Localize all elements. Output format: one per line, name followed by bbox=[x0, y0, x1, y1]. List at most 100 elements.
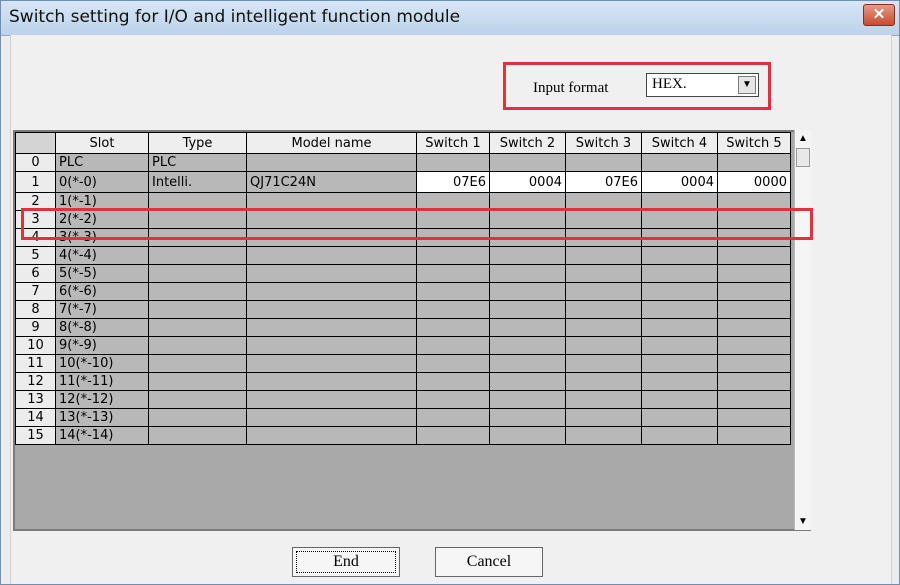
switch-1-cell[interactable] bbox=[416, 426, 490, 445]
type-cell[interactable] bbox=[148, 408, 247, 427]
model-name-cell[interactable] bbox=[246, 246, 417, 265]
scroll-up-icon[interactable]: ▲ bbox=[795, 130, 811, 147]
table-row[interactable]: 1 0(*-0) Intelli. QJ71C24N 07E6 0004 07E6 0004 0… bbox=[15, 171, 791, 193]
switch-3-cell[interactable] bbox=[565, 300, 642, 319]
type-cell[interactable] bbox=[148, 228, 247, 247]
switch-1-cell[interactable] bbox=[416, 408, 490, 427]
switch-1-cell[interactable] bbox=[416, 282, 490, 301]
switch-4-cell[interactable] bbox=[641, 408, 718, 427]
switch-3-cell[interactable] bbox=[565, 264, 642, 283]
switch-3-cell[interactable] bbox=[565, 153, 642, 172]
table-row[interactable]: 0 PLC PLC bbox=[15, 153, 791, 172]
switch-1-cell[interactable] bbox=[416, 153, 490, 172]
switch-4-cell[interactable] bbox=[641, 264, 718, 283]
switch-4-cell[interactable] bbox=[641, 153, 718, 172]
slot-cell[interactable]: 4(*-4) bbox=[55, 246, 149, 265]
switch-5-cell[interactable] bbox=[717, 426, 791, 445]
slot-cell[interactable]: 5(*-5) bbox=[55, 264, 149, 283]
switch-3-cell[interactable] bbox=[565, 372, 642, 391]
switch-5-cell[interactable] bbox=[717, 153, 791, 172]
switch-2-cell[interactable] bbox=[489, 264, 566, 283]
switch-1-cell[interactable] bbox=[416, 246, 490, 265]
switch-1-cell[interactable]: 07E6 bbox=[416, 171, 490, 193]
switch-3-cell[interactable] bbox=[565, 282, 642, 301]
table-row[interactable]: 13 12(*-12) bbox=[15, 390, 791, 409]
switch-4-cell[interactable] bbox=[641, 282, 718, 301]
table-row[interactable]: 14 13(*-13) bbox=[15, 408, 791, 427]
table-row[interactable]: 4 3(*-3) bbox=[15, 228, 791, 247]
switch-5-cell[interactable] bbox=[717, 390, 791, 409]
table-row[interactable]: 6 5(*-5) bbox=[15, 264, 791, 283]
scroll-thumb[interactable] bbox=[796, 148, 810, 167]
switch-5-cell[interactable] bbox=[717, 354, 791, 373]
type-cell[interactable] bbox=[148, 372, 247, 391]
type-cell[interactable] bbox=[148, 336, 247, 355]
switch-5-cell[interactable] bbox=[717, 318, 791, 337]
switch-5-cell[interactable] bbox=[717, 246, 791, 265]
switch-4-cell[interactable] bbox=[641, 300, 718, 319]
switch-3-cell[interactable] bbox=[565, 354, 642, 373]
type-cell[interactable] bbox=[148, 192, 247, 211]
slot-cell[interactable]: 12(*-12) bbox=[55, 390, 149, 409]
slot-cell[interactable]: 10(*-10) bbox=[55, 354, 149, 373]
type-cell[interactable]: PLC bbox=[148, 153, 247, 172]
model-name-cell[interactable] bbox=[246, 153, 417, 172]
switch-4-cell[interactable] bbox=[641, 390, 718, 409]
model-name-cell[interactable] bbox=[246, 354, 417, 373]
model-name-cell[interactable] bbox=[246, 300, 417, 319]
scroll-down-icon[interactable]: ▼ bbox=[795, 513, 811, 530]
switch-4-cell[interactable] bbox=[641, 210, 718, 229]
switch-4-cell[interactable] bbox=[641, 354, 718, 373]
type-cell[interactable] bbox=[148, 318, 247, 337]
model-name-cell[interactable] bbox=[246, 390, 417, 409]
slot-cell[interactable]: 14(*-14) bbox=[55, 426, 149, 445]
end-button[interactable]: End bbox=[292, 547, 400, 577]
switch-1-cell[interactable] bbox=[416, 336, 490, 355]
switch-3-cell[interactable] bbox=[565, 390, 642, 409]
slot-cell[interactable]: PLC bbox=[55, 153, 149, 172]
slot-cell[interactable]: 0(*-0) bbox=[55, 171, 149, 193]
vertical-scrollbar[interactable]: ▲ ▼ bbox=[794, 130, 811, 530]
model-name-cell[interactable] bbox=[246, 408, 417, 427]
switch-5-cell[interactable] bbox=[717, 372, 791, 391]
switch-5-cell[interactable] bbox=[717, 192, 791, 211]
switch-5-cell[interactable] bbox=[717, 300, 791, 319]
switch-2-cell[interactable] bbox=[489, 372, 566, 391]
switch-2-cell[interactable] bbox=[489, 318, 566, 337]
table-row[interactable]: 12 11(*-11) bbox=[15, 372, 791, 391]
switch-5-cell[interactable] bbox=[717, 408, 791, 427]
model-name-cell[interactable] bbox=[246, 318, 417, 337]
switch-5-cell[interactable] bbox=[717, 228, 791, 247]
type-cell[interactable] bbox=[148, 300, 247, 319]
switch-5-cell[interactable] bbox=[717, 282, 791, 301]
switch-2-cell[interactable] bbox=[489, 354, 566, 373]
model-name-cell[interactable] bbox=[246, 264, 417, 283]
switch-3-cell[interactable] bbox=[565, 210, 642, 229]
switch-5-cell[interactable] bbox=[717, 264, 791, 283]
table-row[interactable]: 10 9(*-9) bbox=[15, 336, 791, 355]
switch-1-cell[interactable] bbox=[416, 318, 490, 337]
switch-5-cell[interactable]: 0000 bbox=[717, 171, 791, 193]
table-row[interactable]: 8 7(*-7) bbox=[15, 300, 791, 319]
slot-cell[interactable]: 6(*-6) bbox=[55, 282, 149, 301]
switch-1-cell[interactable] bbox=[416, 192, 490, 211]
model-name-cell[interactable] bbox=[246, 282, 417, 301]
switch-3-cell[interactable] bbox=[565, 336, 642, 355]
switch-2-cell[interactable] bbox=[489, 336, 566, 355]
switch-2-cell[interactable] bbox=[489, 390, 566, 409]
slot-cell[interactable]: 11(*-11) bbox=[55, 372, 149, 391]
switch-3-cell[interactable] bbox=[565, 246, 642, 265]
table-row[interactable]: 7 6(*-6) bbox=[15, 282, 791, 301]
model-name-cell[interactable] bbox=[246, 210, 417, 229]
slot-cell[interactable]: 3(*-3) bbox=[55, 228, 149, 247]
switch-2-cell[interactable] bbox=[489, 246, 566, 265]
table-row[interactable]: 5 4(*-4) bbox=[15, 246, 791, 265]
type-cell[interactable] bbox=[148, 426, 247, 445]
switch-1-cell[interactable] bbox=[416, 372, 490, 391]
model-name-cell[interactable] bbox=[246, 426, 417, 445]
switch-4-cell[interactable] bbox=[641, 192, 718, 211]
slot-cell[interactable]: 7(*-7) bbox=[55, 300, 149, 319]
switch-4-cell[interactable] bbox=[641, 372, 718, 391]
switch-2-cell[interactable] bbox=[489, 210, 566, 229]
type-cell[interactable] bbox=[148, 354, 247, 373]
